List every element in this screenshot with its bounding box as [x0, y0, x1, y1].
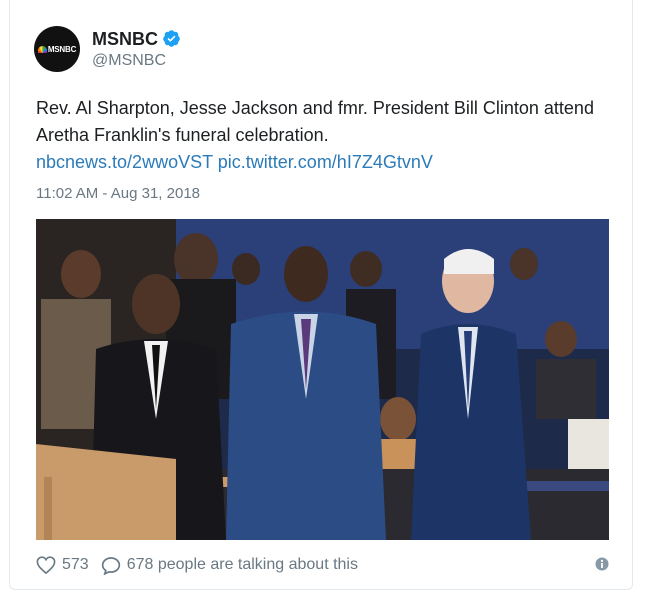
conversation-link[interactable]: 678 people are talking about this: [101, 556, 358, 575]
funeral-photo-image: [36, 219, 609, 540]
timestamp[interactable]: 11:02 AM - Aug 31, 2018: [36, 185, 200, 202]
avatar[interactable]: MSNBC: [34, 26, 80, 72]
tweet-text: Rev. Al Sharpton, Jesse Jackson and fmr.…: [36, 95, 616, 176]
tweet-card: MSNBC MSNBC @MSNBC Rev. Al Sharpton, Jes…: [9, 0, 633, 590]
like-count: 573: [62, 556, 89, 573]
avatar-logo-text: MSNBC: [47, 44, 77, 54]
peacock-logo-icon: [37, 45, 47, 53]
author-names: MSNBC @MSNBC: [92, 28, 181, 71]
speech-bubble-icon: [101, 556, 120, 575]
heart-icon: [36, 556, 56, 574]
talking-text: 678 people are talking about this: [126, 556, 358, 573]
tweet-links: nbcnews.to/2wwoVST pic.twitter.com/hI7Z4…: [36, 149, 616, 176]
verified-badge-icon: [163, 30, 180, 47]
tweet-photo[interactable]: [36, 219, 609, 540]
pic-link[interactable]: pic.twitter.com/hI7Z4GtvnV: [218, 152, 433, 172]
tweet-header: MSNBC MSNBC @MSNBC: [34, 24, 181, 74]
display-name[interactable]: MSNBC: [92, 28, 158, 50]
like-button[interactable]: 573: [36, 556, 89, 574]
info-icon[interactable]: [595, 557, 609, 571]
handle[interactable]: @MSNBC: [92, 51, 181, 71]
display-name-row: MSNBC: [92, 28, 181, 50]
article-link[interactable]: nbcnews.to/2wwoVST: [36, 152, 213, 172]
avatar-logo: MSNBC: [37, 44, 77, 54]
tweet-footer: 573 678 people are talking about this: [36, 553, 609, 577]
tweet-body: Rev. Al Sharpton, Jesse Jackson and fmr.…: [36, 98, 594, 145]
